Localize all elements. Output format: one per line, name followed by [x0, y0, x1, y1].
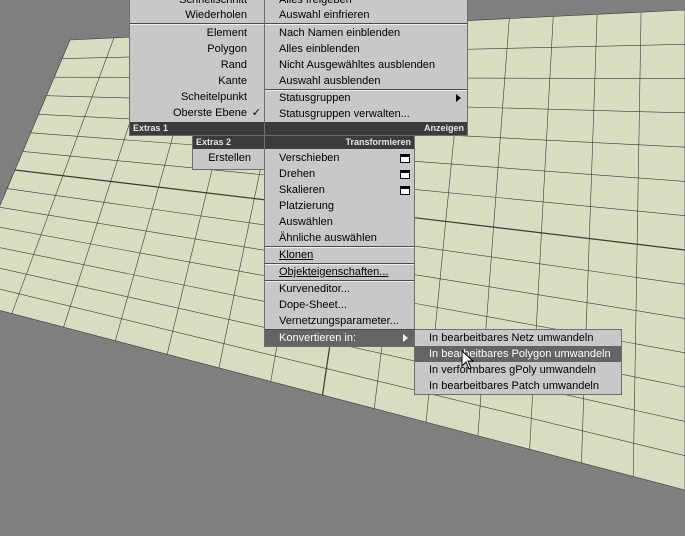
menu-item-polygon[interactable]: Polygon — [130, 41, 265, 57]
convert-submenu: In bearbeitbares Netz umwandeln In bearb… — [415, 330, 621, 394]
menu-item-label: Erstellen — [208, 152, 251, 164]
menu-item-label: Objekteigenschaften... — [279, 266, 389, 278]
submenu-arrow-icon — [403, 334, 408, 342]
menu-item-kurveneditor[interactable]: Kurveneditor... — [265, 281, 414, 297]
menu-item-label: Oberste Ebene — [173, 107, 247, 119]
menu-item-label: Element — [206, 27, 247, 39]
menu-item-auswahl-einfrieren[interactable]: Auswahl einfrieren — [265, 7, 467, 23]
quad-header-anzeigen: Anzeigen — [265, 122, 467, 135]
menu-item-label: Drehen — [279, 168, 316, 180]
menu-item-verschieben[interactable]: Verschieben — [265, 150, 414, 166]
menu-item-label: Ähnliche auswählen — [279, 232, 377, 244]
menu-item-label: Nach Namen einblenden — [279, 27, 401, 39]
menu-item-statusgruppen-verwalten[interactable]: Statusgruppen verwalten... — [265, 106, 467, 122]
quad-header-label: Extras 2 — [196, 137, 232, 147]
menu-item-label: Platzierung — [279, 200, 335, 212]
menu-item-label: Statusgruppen verwalten... — [279, 108, 410, 120]
menu-item-alles-einblenden[interactable]: Alles einblenden — [265, 41, 467, 57]
menu-item-klonen[interactable]: Klonen — [265, 247, 414, 263]
menu-item-label: Statusgruppen — [279, 92, 351, 104]
menu-item-aehnliche-auswaehlen[interactable]: Ähnliche auswählen — [265, 230, 414, 246]
options-dialog-icon[interactable] — [400, 186, 410, 195]
menu-item-rand[interactable]: Rand — [130, 57, 265, 73]
menu-item-statusgruppen[interactable]: Statusgruppen — [265, 90, 467, 106]
menu-item-auswahl-ausblenden[interactable]: Auswahl ausblenden — [265, 73, 467, 89]
menu-item-label: In bearbeitbares Patch umwandeln — [429, 380, 599, 392]
menu-item-convert-editable-mesh[interactable]: In bearbeitbares Netz umwandeln — [415, 330, 621, 346]
menu-item-label: Polygon — [207, 43, 247, 55]
menu-item-platzierung[interactable]: Platzierung — [265, 198, 414, 214]
menu-item-konvertieren-in[interactable]: Konvertieren in: — [265, 330, 414, 346]
transformieren-quad-menu: Transformieren Verschieben Drehen Skalie… — [265, 136, 414, 346]
menu-item-label: In bearbeitbares Polygon umwandeln — [429, 348, 611, 360]
menu-item-convert-editable-patch[interactable]: In bearbeitbares Patch umwandeln — [415, 378, 621, 394]
extras2-quad-menu: Extras 2 Erstellen — [193, 136, 265, 169]
menu-item-label: Skalieren — [279, 184, 325, 196]
menu-item-oberste-ebene[interactable]: Oberste Ebene ✓ — [130, 105, 265, 121]
quad-header-label: Extras 1 — [133, 123, 169, 133]
options-dialog-icon[interactable] — [400, 170, 410, 179]
menu-item-label: Klonen — [279, 249, 314, 261]
menu-item-objekteigenschaften[interactable]: Objekteigenschaften... — [265, 264, 414, 280]
options-dialog-icon[interactable] — [400, 154, 410, 163]
menu-item-label: Rand — [220, 59, 247, 71]
menu-item-label: Konvertieren in: — [279, 332, 357, 344]
menu-item-label: Vernetzungsparameter... — [279, 315, 399, 327]
quad-header-extras1: Extras 1 — [130, 122, 265, 135]
menu-item-label: Auswahl einfrieren — [279, 9, 370, 21]
menu-item-drehen[interactable]: Drehen — [265, 166, 414, 182]
checkmark-icon: ✓ — [251, 107, 261, 119]
extras1-quad-menu: Schnellschnitt Wiederholen Element Polyg… — [130, 0, 265, 135]
menu-item-wiederholen[interactable]: Wiederholen — [130, 7, 265, 23]
menu-item-scheitelpunkt[interactable]: Scheitelpunkt — [130, 89, 265, 105]
menu-item-label: Nicht Ausgewähltes ausblenden — [279, 59, 435, 71]
menu-item-convert-gpoly[interactable]: In verformbares gPoly umwandeln — [415, 362, 621, 378]
menu-item-auswaehlen[interactable]: Auswählen — [265, 214, 414, 230]
menu-item-label: Verschieben — [279, 152, 340, 164]
menu-item-nicht-ausgewaehltes-ausblenden[interactable]: Nicht Ausgewähltes ausblenden — [265, 57, 467, 73]
menu-item-nach-namen-einblenden[interactable]: Nach Namen einblenden — [265, 25, 467, 41]
menu-item-label: Alles einblenden — [279, 43, 360, 55]
menu-item-label: Auswahl ausblenden — [279, 75, 381, 87]
menu-item-label: Auswählen — [279, 216, 333, 228]
menu-item-label: In verformbares gPoly umwandeln — [429, 364, 596, 376]
quad-header-label: Anzeigen — [423, 123, 464, 133]
menu-item-vernetzungsparameter[interactable]: Vernetzungsparameter... — [265, 313, 414, 329]
menu-item-element[interactable]: Element — [130, 25, 265, 41]
quad-header-extras2: Extras 2 — [193, 136, 265, 149]
mouse-cursor-icon — [461, 350, 475, 370]
menu-item-dope-sheet[interactable]: Dope-Sheet... — [265, 297, 414, 313]
menu-item-label: In bearbeitbares Netz umwandeln — [429, 332, 594, 344]
menu-item-label: Scheitelpunkt — [180, 91, 247, 103]
menu-item-label: Kante — [218, 75, 247, 87]
submenu-arrow-icon — [456, 94, 461, 102]
menu-item-label: Wiederholen — [185, 9, 247, 21]
menu-item-label: Dope-Sheet... — [279, 299, 347, 311]
menu-item-label: Kurveneditor... — [279, 283, 350, 295]
menu-item-kante[interactable]: Kante — [130, 73, 265, 89]
anzeigen-quad-menu: Alles freigeben Auswahl einfrieren Nach … — [265, 0, 467, 135]
quad-header-label: Transformieren — [345, 137, 411, 147]
quad-header-transformieren: Transformieren — [265, 136, 414, 149]
menu-item-erstellen[interactable]: Erstellen — [193, 150, 265, 166]
menu-item-convert-editable-poly[interactable]: In bearbeitbares Polygon umwandeln — [415, 346, 621, 362]
menu-item-skalieren[interactable]: Skalieren — [265, 182, 414, 198]
